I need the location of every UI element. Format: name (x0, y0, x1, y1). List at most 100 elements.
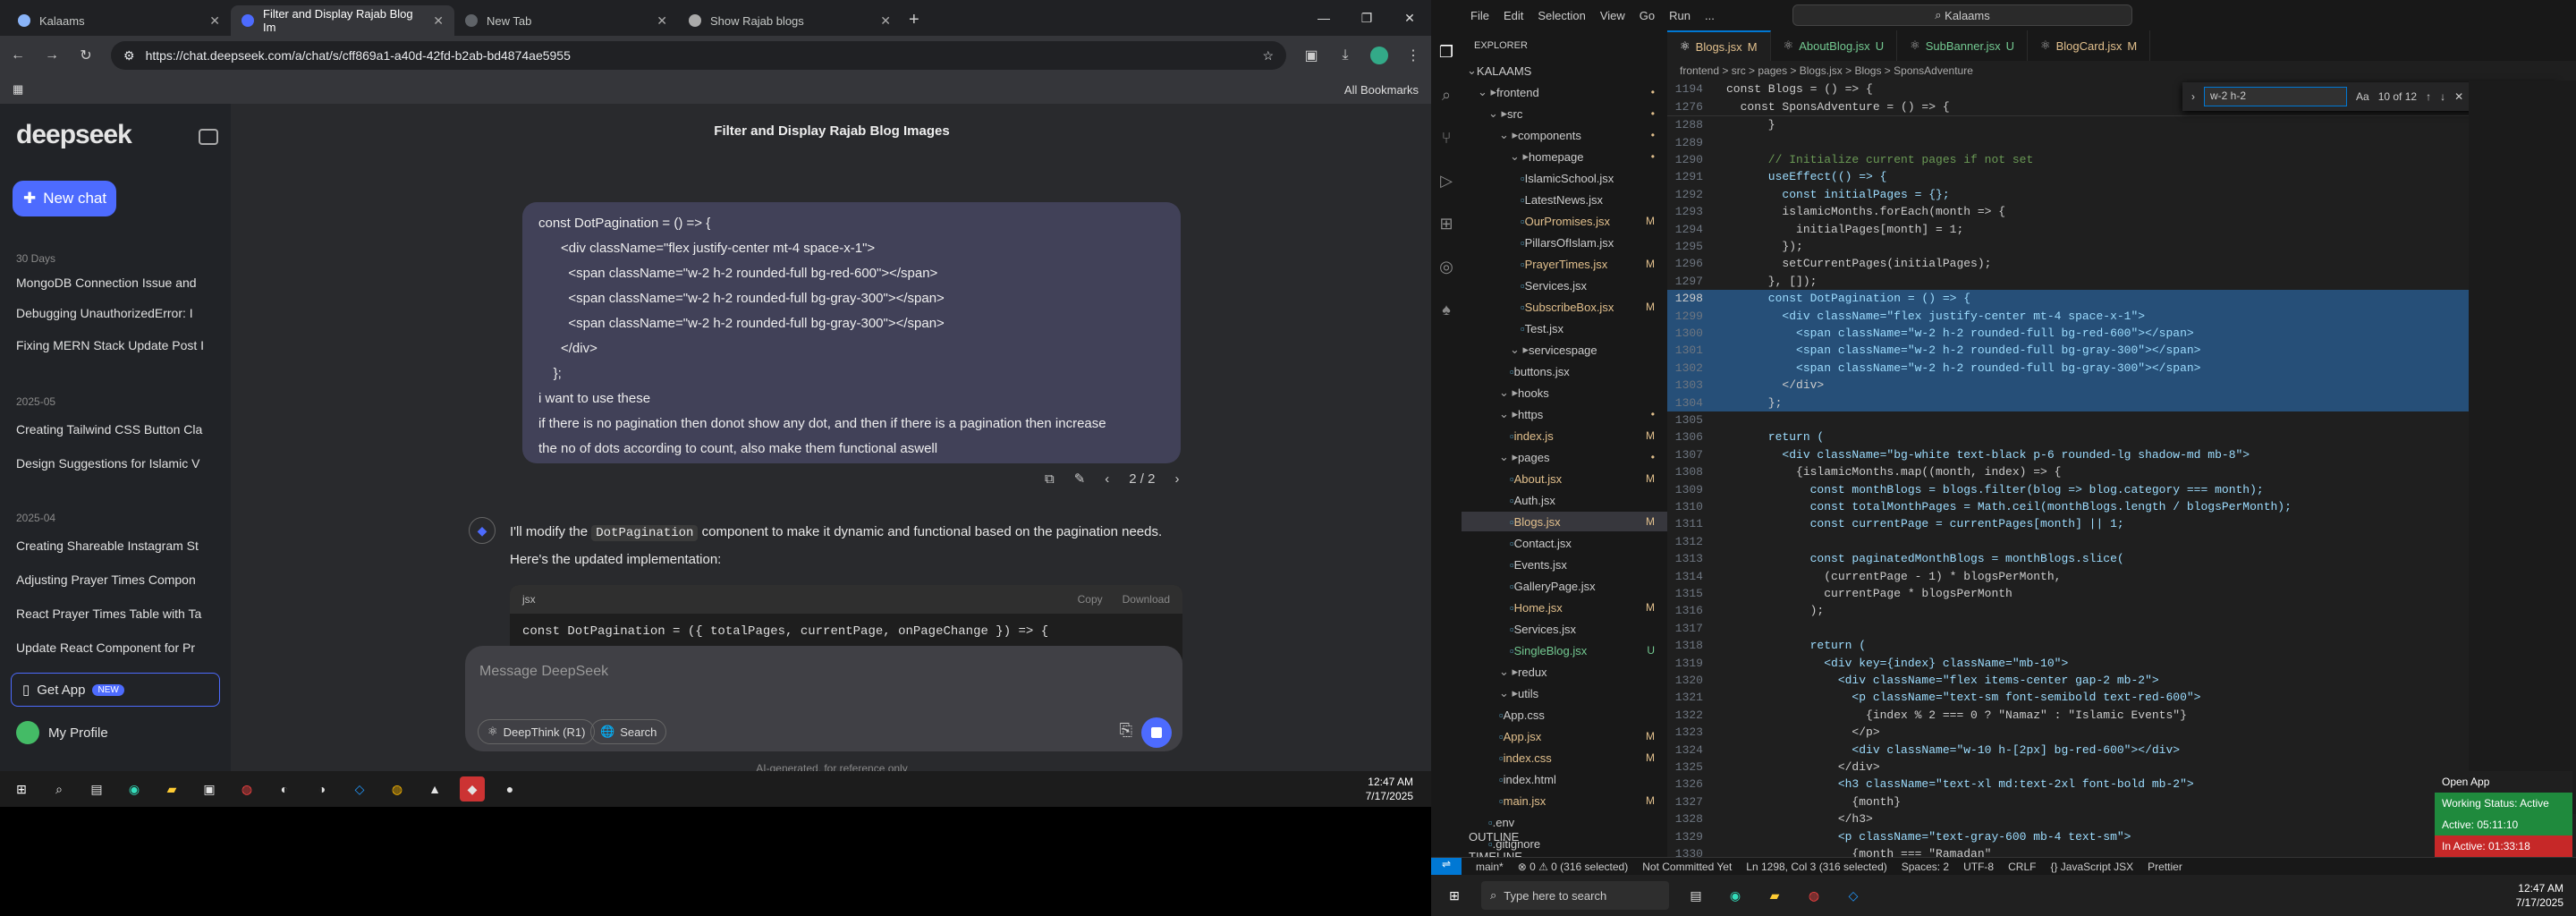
status-item[interactable]: Prettier (2148, 861, 2182, 873)
file-tree-item[interactable]: ▫ App.css (1462, 705, 1667, 725)
folder-tree-item[interactable]: ⌄ ▸ redux (1462, 662, 1667, 682)
file-tree-item[interactable]: ▫ IslamicSchool.jsx (1462, 168, 1667, 188)
command-center[interactable]: ⌕ Kalaams (1792, 4, 2132, 26)
copy-icon[interactable]: ⧉ (1045, 471, 1055, 487)
folder-tree-item[interactable]: ⌄ KALAAMS (1462, 61, 1667, 81)
file-tree-item[interactable]: ▫ Events.jsx (1462, 555, 1667, 574)
status-item[interactable]: Not Committed Yet (1642, 861, 1732, 873)
code-line[interactable]: 1316 ); (1667, 602, 2576, 619)
history-item[interactable]: React Prayer Times Table with Ta (16, 606, 215, 621)
status-item[interactable]: UTF-8 (1963, 861, 1994, 873)
download-code-button[interactable]: Download (1123, 593, 1170, 606)
code-line[interactable]: 1311 const currentPage = currentPages[mo… (1667, 515, 2576, 532)
chrome-tab-show-rajab[interactable]: Show Rajab blogs ✕ (678, 5, 902, 36)
run-debug-icon[interactable]: ▷ (1431, 159, 1462, 202)
store-icon[interactable]: ▣ (197, 776, 222, 802)
editor-tab[interactable]: ⚛ Blogs.jsx M (1667, 30, 1771, 61)
history-item[interactable]: Adjusting Prayer Times Compon (16, 572, 215, 587)
code-line[interactable]: 1294 initialPages[month] = 1; (1667, 220, 2576, 237)
file-tree-item[interactable]: ▫ Services.jsx (1462, 619, 1667, 639)
github-icon[interactable]: ◎ (1431, 245, 1462, 288)
folder-tree-item[interactable]: ⌄ ▸ src • (1462, 104, 1667, 123)
stop-send-button[interactable] (1141, 717, 1172, 748)
history-item[interactable]: Fixing MERN Stack Update Post I (16, 338, 215, 352)
code-line[interactable]: 1293 islamicMonths.forEach(month => { (1667, 203, 2576, 220)
maximize-icon[interactable]: ❐ (1345, 0, 1388, 36)
menu-item[interactable]: ... (1705, 9, 1715, 22)
code-line[interactable]: 1299 <div className="flex justify-center… (1667, 307, 2576, 325)
status-item[interactable]: {} JavaScript JSX (2050, 861, 2133, 873)
code-line[interactable]: 1315 currentPage * blogsPerMonth (1667, 585, 2576, 602)
code-line[interactable]: 1308 {islamicMonths.map((month, index) =… (1667, 463, 2576, 480)
chrome-menu-icon[interactable]: ⋮ (1404, 47, 1422, 64)
file-tree-item[interactable]: ▫ index.js M (1462, 426, 1667, 445)
remote-indicator-icon[interactable]: ⇌ (1431, 857, 1462, 876)
folder-icon[interactable]: ▰ (1762, 883, 1787, 908)
code-line[interactable]: 1295 }); (1667, 238, 2576, 255)
file-tree-item[interactable]: ▫ Contact.jsx (1462, 533, 1667, 553)
file-tree-item[interactable]: ▫ LatestNews.jsx (1462, 190, 1667, 209)
find-input[interactable]: w-2 h-2 (2204, 87, 2347, 106)
deepthink-button[interactable]: ⚛ DeepThink (R1) (478, 719, 596, 744)
chrome-icon[interactable]: ◍ (234, 776, 259, 802)
code-line[interactable]: 1307 <div className="bg-white text-black… (1667, 446, 2576, 463)
code-line[interactable]: 1289 (1667, 133, 2576, 150)
match-case-icon[interactable]: Aa (2356, 90, 2369, 103)
close-icon[interactable]: ✕ (209, 13, 220, 29)
edge-icon[interactable]: ◉ (1723, 883, 1748, 908)
windows-search-box[interactable]: ⌕ Type here to search (1481, 881, 1669, 910)
editor-tab[interactable]: ⚛ AboutBlog.jsx U (1771, 30, 1898, 61)
status-item[interactable]: ⊗ 0 ⚠ 0 (316 selected) (1518, 861, 1629, 873)
code-line[interactable]: 1290 // Initialize current pages if not … (1667, 151, 2576, 168)
profile-avatar-icon[interactable] (1370, 47, 1388, 64)
code-line[interactable]: 1319 <div key={index} className="mb-10"> (1667, 654, 2576, 671)
search-button[interactable]: 🌐 Search (590, 719, 667, 744)
folder-tree-item[interactable]: ⌄ ▸ hooks (1462, 383, 1667, 403)
chrome-tab-kalaams[interactable]: Kalaams ✕ (7, 5, 231, 36)
file-tree-item[interactable]: ▫ SubscribeBox.jsx M (1462, 297, 1667, 317)
code-line[interactable]: 1320 <div className="flex items-center g… (1667, 672, 2576, 689)
editor-tab[interactable]: ⚛ BlogCard.jsx M (2028, 30, 2151, 61)
forward-arrow-icon[interactable]: → (43, 47, 61, 64)
code-line[interactable]: 1322 {index % 2 === 0 ? "Namaz" : "Islam… (1667, 707, 2576, 724)
timeline-section[interactable]: TIMELINE (1462, 846, 1667, 858)
source-control-icon[interactable]: ⑂ (1431, 116, 1462, 159)
address-bar[interactable]: ⚙ https://chat.deepseek.com/a/chat/s/cff8… (111, 41, 1286, 70)
menu-item[interactable]: Run (1669, 9, 1690, 22)
close-icon[interactable]: ✕ (433, 13, 444, 29)
file-tree-item[interactable]: ▫ Home.jsx M (1462, 598, 1667, 617)
windows-start-icon[interactable]: ⊞ (9, 776, 34, 802)
close-window-icon[interactable]: ✕ (1388, 0, 1431, 36)
history-item[interactable]: Update React Component for Pr (16, 640, 215, 655)
status-item[interactable]: Ln 1298, Col 3 (316 selected) (1746, 861, 1886, 873)
code-line[interactable]: 1323 </p> (1667, 724, 2576, 741)
code-line[interactable]: 1301 <span className="w-2 h-2 rounded-fu… (1667, 342, 2576, 360)
code-line[interactable]: 1297 }, []); (1667, 273, 2576, 290)
chrome-tab-deepseek[interactable]: Filter and Display Rajab Blog Im ✕ (231, 5, 454, 36)
vscode-icon[interactable]: ◇ (1841, 883, 1866, 908)
code-line[interactable]: 1310 const totalMonthPages = Math.ceil(m… (1667, 498, 2576, 515)
arrow-up-icon[interactable]: ↑ (2426, 90, 2431, 103)
mongo-icon[interactable]: ♠ (1431, 288, 1462, 331)
minimize-icon[interactable]: — (1302, 0, 1345, 36)
prev-version-icon[interactable]: ‹ (1105, 471, 1109, 487)
clock[interactable]: 12:47 AM 7/17/2025 (1366, 775, 1413, 803)
menu-item[interactable]: Go (1640, 9, 1655, 22)
back-arrow-icon[interactable]: ← (9, 47, 27, 64)
code-line[interactable]: 1303 </div> (1667, 377, 2576, 394)
chevron-right-icon[interactable]: › (2191, 90, 2195, 103)
editor-tab[interactable]: ⚛ SubBanner.jsx U (1897, 30, 2028, 61)
extension-icon[interactable]: ▣ (1302, 47, 1320, 64)
code-line[interactable]: 1298 const DotPagination = () => { (1667, 290, 2576, 308)
close-icon[interactable]: ✕ (2454, 90, 2463, 103)
chrome-icon[interactable]: ◍ (1801, 883, 1826, 908)
folder-tree-item[interactable]: ⌄ ▸ utils (1462, 683, 1667, 703)
code-line[interactable]: 1309 const monthBlogs = blogs.filter(blo… (1667, 480, 2576, 497)
work-status-badge[interactable]: Active: 05:11:10 (2435, 814, 2572, 835)
apps-grid-icon[interactable]: ▦ (13, 82, 23, 97)
code-line[interactable]: 1305 (1667, 411, 2576, 428)
code-line[interactable]: 1302 <span className="w-2 h-2 rounded-fu… (1667, 359, 2576, 377)
file-tree-item[interactable]: ▫ OurPromises.jsx M (1462, 211, 1667, 231)
code-line[interactable]: 1317 (1667, 620, 2576, 637)
menu-item[interactable]: Edit (1504, 9, 1523, 22)
